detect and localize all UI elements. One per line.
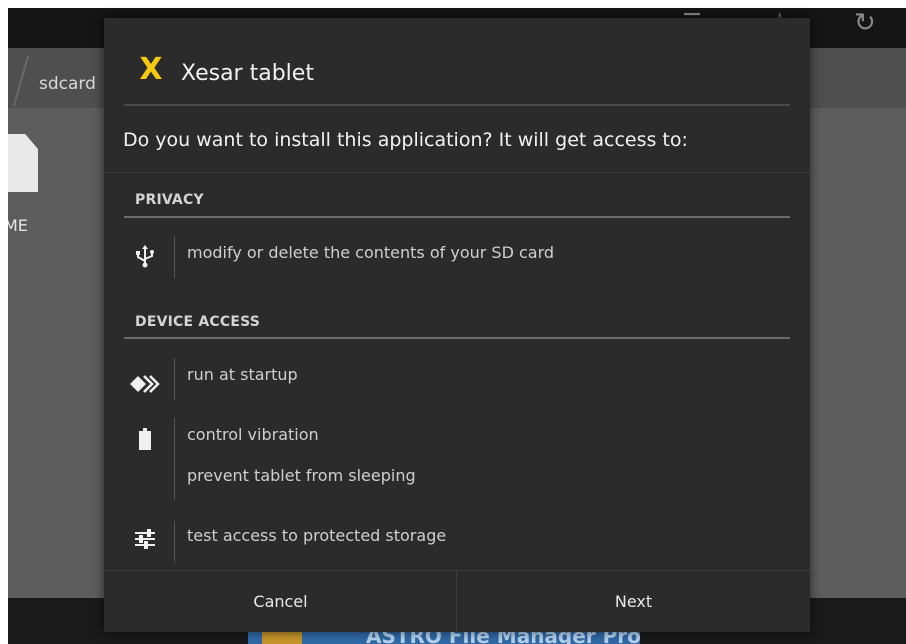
usb-icon (132, 243, 158, 269)
settings-sliders-icon (132, 526, 158, 552)
section-divider (124, 337, 790, 339)
breadcrumb-separator (12, 56, 30, 106)
permission-label: test access to protected storage (187, 526, 447, 545)
section-header-device-access: DEVICE ACCESS (135, 314, 261, 330)
dialog-header: X Xesar tablet (104, 18, 810, 110)
section-divider (124, 216, 790, 218)
permission-label: control vibration (187, 425, 319, 444)
cancel-button[interactable]: Cancel (104, 571, 457, 632)
permission-separator (174, 358, 175, 400)
permission-label: run at startup (187, 365, 298, 384)
section-header-privacy: PRIVACY (135, 192, 204, 208)
install-question: Do you want to install this application?… (123, 129, 688, 151)
file-label[interactable]: ME (8, 216, 28, 235)
header-divider (124, 104, 790, 106)
startup-icon (128, 371, 162, 397)
permission-label: prevent tablet from sleeping (187, 466, 416, 485)
breadcrumb[interactable]: sdcard (39, 74, 96, 94)
permission-separator (174, 418, 175, 500)
battery-icon (132, 426, 158, 452)
question-divider (104, 172, 810, 173)
permission-separator (174, 236, 175, 278)
dialog-title: Xesar tablet (181, 61, 314, 86)
permission-label: modify or delete the contents of your SD… (187, 243, 555, 262)
app-logo-icon: X (139, 52, 163, 87)
next-button[interactable]: Next (457, 571, 810, 632)
install-permissions-dialog: X Xesar tablet Do you want to install th… (104, 18, 810, 632)
screen: ☰ ☆ ↻ sdcard ME ASTRO File Manager Pro X… (0, 0, 906, 644)
refresh-icon[interactable]: ↻ (854, 8, 876, 38)
permission-separator (174, 521, 175, 563)
dialog-footer: Cancel Next (104, 570, 810, 632)
